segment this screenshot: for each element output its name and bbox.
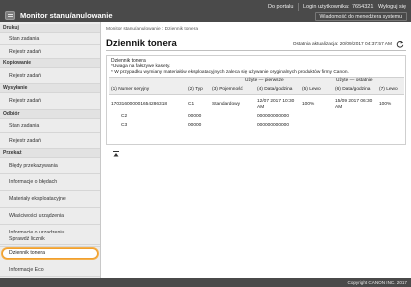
sidebar-section-copy: Kopiowanie <box>0 59 100 68</box>
sidebar-item-error-information[interactable]: Informacje o błędach <box>0 174 100 191</box>
table-cell-left-first: 100% <box>302 102 315 107</box>
table-cell-serial: C2 <box>121 114 128 119</box>
device-monitor-icon <box>5 11 15 20</box>
sidebar-item-consumables[interactable]: Materiały eksploatacyjne <box>0 191 100 208</box>
sidebar-section-print: Drukuj <box>0 24 100 33</box>
column-group-used-first: Użyte — pierwsze <box>245 78 284 83</box>
counterfeit-note: *Uwaga na fałszywe kasety. <box>111 64 171 69</box>
app-title: Monitor stanu/anulowanie <box>20 11 113 20</box>
table-cell-type: C1 <box>188 102 195 107</box>
sidebar-item-print-job-status[interactable]: Stan zadania <box>0 33 100 45</box>
divider <box>298 3 299 11</box>
divider <box>106 50 406 51</box>
sidebar-item-print-job-log[interactable]: Rejestr zadań <box>0 45 100 59</box>
table-cell-left-recent: 100% <box>379 102 392 107</box>
top-bar: Monitor stanu/anulowanie Do portalu Logi… <box>0 0 411 22</box>
table-cell-capacity: 00000 <box>188 114 202 119</box>
sidebar-item-send-job-log[interactable]: Rejestr zadań <box>0 93 100 110</box>
genuine-products-note: * W przypadku wymiany materiałów eksploa… <box>111 70 349 75</box>
column-header-date-first: (4) Data/godzina <box>257 87 293 92</box>
refresh-icon[interactable] <box>396 40 404 48</box>
last-update: Ostatnia aktualizacja: 20/09/2017 04:37:… <box>293 42 392 47</box>
column-header-left-first: (5) Lewo <box>302 87 321 92</box>
sidebar-item-copy-job-log[interactable]: Rejestr zadań <box>0 68 100 84</box>
logout-link[interactable]: Wyloguj się <box>378 4 406 11</box>
sidebar-item-forwarding-errors[interactable]: Błędy przekazywania <box>0 158 100 174</box>
main-content: Monitor stanu/anulowanie : Dziennik tone… <box>106 27 406 157</box>
sidebar-item-eco-information[interactable]: Informacje Eco <box>0 264 100 277</box>
sidebar-section-receive: Odbiór <box>0 110 100 119</box>
back-to-top-icon[interactable] <box>113 151 119 157</box>
table-cell-serial: 170316000001654286318 <box>111 102 168 107</box>
table-cell-date-first: 000000000000 <box>257 123 290 128</box>
column-group-used-recent: Użyte — ostatnie <box>336 78 373 83</box>
sidebar-item-check-counter[interactable]: Sprawdź licznik <box>0 233 100 245</box>
column-header-type: (2) Typ <box>188 87 203 92</box>
breadcrumb: Monitor stanu/anulowanie : Dziennik tone… <box>106 27 198 32</box>
sidebar-item-receive-job-log[interactable]: Rejestr zadań <box>0 133 100 149</box>
sidebar-section-send: Wysyłanie <box>0 84 100 93</box>
login-label: Login użytkownika: <box>303 4 350 10</box>
sidebar-item-toner-log[interactable]: Dziennik tonera <box>2 248 98 259</box>
message-to-admin-button[interactable]: Wiadomość do menedżera systemu <box>314 12 407 21</box>
sidebar-item-device-features[interactable]: Właściwości urządzenia <box>0 208 100 225</box>
table-cell-serial: C3 <box>121 123 128 128</box>
page-title: Dziennik tonera <box>106 38 177 49</box>
copyright: Copyright CANON INC. 2017 <box>347 280 408 285</box>
footer: Copyright CANON INC. 2017 <box>0 278 411 287</box>
table-cell-date-first: 12/07 2017 10:30 AM <box>257 99 295 110</box>
last-update-value: 20/09/2017 04:37:57 AM <box>339 42 392 47</box>
column-header-capacity: (3) Pojemność <box>212 87 243 92</box>
column-header-serial: (1) Numer seryjny <box>111 87 150 92</box>
table-cell-date-first: 000000000000 <box>257 114 290 119</box>
table-cell-capacity: 00000 <box>188 123 202 128</box>
table-cell-capacity: Standardowy <box>212 102 240 107</box>
column-header-left-recent: (7) Lewo <box>379 87 398 92</box>
table-cell-date-recent: 15/09 2017 06:30 AM <box>335 99 373 110</box>
login-value: 7654321 <box>352 4 374 10</box>
sidebar-section-forward: Przekaż <box>0 149 100 158</box>
column-header-date-recent: (6) Data/godzina <box>335 87 371 92</box>
portal-link[interactable]: Do portalu <box>268 4 293 11</box>
toner-log-panel: Dziennik tonera *Uwaga na fałszywe kaset… <box>106 55 406 145</box>
sidebar-item-receive-job-status[interactable]: Stan zadania <box>0 119 100 133</box>
last-update-label: Ostatnia aktualizacja: <box>292 42 339 47</box>
